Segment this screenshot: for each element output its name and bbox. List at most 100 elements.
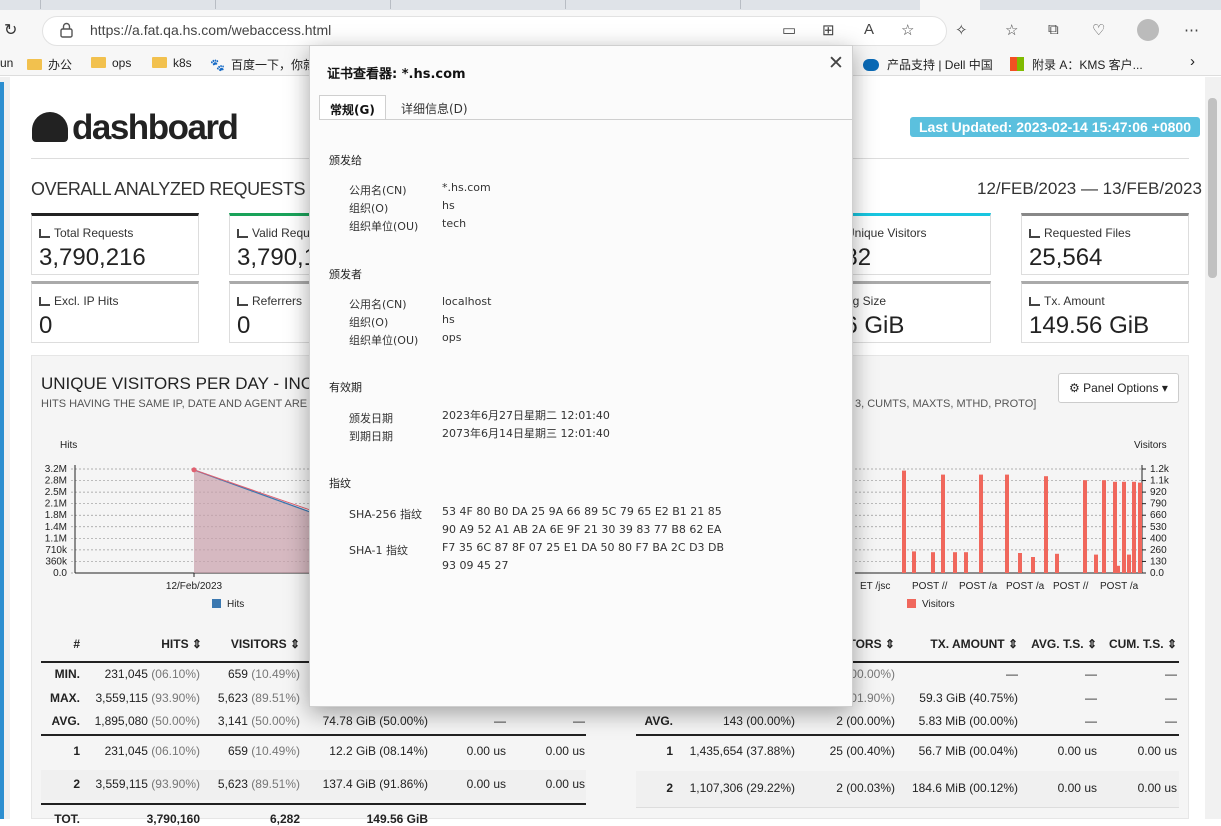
scroll-thumb[interactable] bbox=[1208, 98, 1217, 278]
certificate-viewer-dialog: 证书查看器: *.hs.com ✕ 常规(G) 详细信息(D) 颁发给 公用名(… bbox=[309, 45, 853, 707]
y-tick-label: 2.1M bbox=[45, 499, 67, 510]
close-icon[interactable]: ✕ bbox=[828, 52, 844, 74]
row-hits: 1,107,306 (29.22%) bbox=[689, 781, 795, 795]
url-text[interactable]: https://a.fat.qa.hs.com/webaccess.html bbox=[90, 22, 331, 38]
summary-avg: — bbox=[1085, 714, 1097, 728]
column-header[interactable]: TX. AMOUNT ⇕ bbox=[930, 637, 1018, 651]
stat-card: Total Requests 3,790,216 bbox=[31, 213, 199, 275]
bookmark-folder[interactable]: ops bbox=[91, 56, 131, 70]
tab-general[interactable]: 常规(G) bbox=[319, 95, 386, 120]
visitors-bar bbox=[1138, 482, 1142, 573]
dialog-title: 证书查看器: *.hs.com bbox=[327, 67, 466, 82]
y-tick-label: 530 bbox=[1150, 522, 1167, 533]
y-tick-label: 790 bbox=[1150, 499, 1167, 510]
favorites-icon[interactable]: ☆ bbox=[1005, 21, 1018, 39]
y-tick-label: 2.5M bbox=[45, 487, 67, 498]
stat-value: 25,564 bbox=[1029, 244, 1103, 271]
summary-avg: — bbox=[1085, 691, 1097, 705]
bookmark-label: 百度一下，你就 bbox=[230, 58, 315, 72]
row-visitors: 5,623 (89.51%) bbox=[217, 777, 300, 791]
browser-tab[interactable] bbox=[565, 0, 566, 9]
read-mode-icon[interactable]: ▭ bbox=[782, 21, 796, 39]
row-number: 1 bbox=[73, 744, 80, 758]
browser-tab[interactable] bbox=[740, 0, 741, 9]
total-visitors: 6,282 bbox=[269, 812, 300, 826]
tab-details[interactable]: 详细信息(D) bbox=[391, 95, 478, 120]
gauge-icon bbox=[32, 112, 68, 142]
total-hits: 3,790,160 bbox=[146, 812, 200, 826]
summary-visitors: 3,141 (50.00%) bbox=[217, 714, 300, 728]
field-label: 组织(O) bbox=[349, 202, 389, 215]
field-label: 公用名(CN) bbox=[349, 184, 407, 197]
summary-visitors: 00.00%) bbox=[850, 667, 895, 681]
summary-cum: — bbox=[1165, 714, 1177, 728]
field-value: tech bbox=[442, 217, 467, 230]
legend-swatch bbox=[907, 599, 916, 608]
column-header[interactable]: HITS ⇕ bbox=[161, 637, 202, 651]
bookmark-item[interactable]: un bbox=[0, 56, 13, 70]
collections-icon[interactable]: ⧉ bbox=[1048, 21, 1059, 38]
visitors-bar bbox=[1116, 565, 1120, 573]
visitors-bar bbox=[1083, 480, 1087, 573]
x-tick-label: POST // bbox=[912, 581, 948, 592]
browser-tab[interactable] bbox=[40, 0, 41, 9]
refresh-icon[interactable]: ↻ bbox=[4, 20, 17, 40]
table-footer-line bbox=[41, 803, 586, 805]
bar-chart-icon bbox=[1029, 297, 1040, 306]
favorite-star-icon[interactable]: ☆ bbox=[901, 21, 914, 39]
fingerprint-heading: 指纹 bbox=[329, 477, 351, 490]
date-range: 12/FEB/2023 — 13/FEB/2023 bbox=[977, 179, 1202, 198]
column-header[interactable]: TORS ⇕ bbox=[848, 637, 895, 651]
field-value: 93 09 45 27 bbox=[442, 559, 509, 572]
summary-label: MAX. bbox=[50, 691, 80, 705]
health-icon[interactable]: ♡ bbox=[1092, 21, 1105, 39]
field-label: 颁发日期 bbox=[349, 412, 393, 425]
row-number: 2 bbox=[73, 777, 80, 791]
visitors-bar bbox=[979, 552, 983, 573]
field-label: 公用名(CN) bbox=[349, 298, 407, 311]
bookmark-item[interactable]: 附录 A：KMS 客户... bbox=[1010, 56, 1143, 73]
column-header[interactable]: CUM. T.S. ⇕ bbox=[1109, 637, 1177, 651]
panel-options-button[interactable]: ⚙ Panel Options ▾ bbox=[1058, 373, 1179, 403]
column-header[interactable]: VISITORS ⇕ bbox=[231, 637, 300, 651]
browser-tab[interactable] bbox=[215, 0, 216, 9]
x-tick-label: POST /a bbox=[959, 581, 998, 592]
left-accent-bar bbox=[0, 82, 4, 819]
column-header[interactable]: # bbox=[73, 637, 80, 651]
y-tick-label: 0.0 bbox=[53, 568, 67, 579]
field-label: 到期日期 bbox=[349, 430, 393, 443]
logo-text: dashboard bbox=[72, 108, 239, 147]
y-tick-label: 1.1M bbox=[45, 533, 67, 544]
bookmark-folder[interactable]: k8s bbox=[152, 56, 192, 70]
apps-icon[interactable]: ⊞ bbox=[822, 21, 835, 39]
stat-value: 0 bbox=[237, 312, 251, 339]
summary-tx: — bbox=[1006, 667, 1018, 681]
browser-tab[interactable] bbox=[390, 0, 391, 9]
dashboard-logo: dashboard bbox=[32, 108, 239, 148]
bookmark-folder[interactable]: 办公 bbox=[27, 56, 72, 73]
active-browser-tab[interactable] bbox=[920, 0, 980, 10]
summary-hits: 143 (00.00%) bbox=[722, 714, 795, 728]
bookmark-item[interactable]: 产品支持 | Dell 中国 bbox=[863, 56, 993, 73]
lock-icon[interactable] bbox=[60, 22, 73, 38]
y-tick-label: 0.0 bbox=[1150, 568, 1164, 579]
visitors-bar bbox=[1132, 481, 1136, 573]
overall-title: OVERALL ANALYZED REQUESTS bbox=[31, 179, 306, 199]
chevron-right-icon[interactable]: › bbox=[1190, 53, 1195, 70]
row-tx: 12.2 GiB (08.14%) bbox=[329, 744, 428, 758]
visitors-bar bbox=[902, 470, 906, 573]
legend-label: Visitors bbox=[922, 599, 955, 610]
baidu-paw-icon: 🐾 bbox=[210, 58, 225, 72]
bar-chart-icon bbox=[237, 229, 248, 238]
visitors-bar bbox=[1031, 557, 1035, 573]
visitors-bar bbox=[1005, 474, 1009, 573]
read-aloud-icon[interactable]: A bbox=[864, 21, 874, 38]
stat-value: 3,790,216 bbox=[39, 244, 146, 271]
table-header-line bbox=[853, 661, 1179, 663]
column-header[interactable]: AVG. T.S. ⇕ bbox=[1031, 637, 1097, 651]
extensions-icon[interactable]: ✧ bbox=[955, 21, 968, 39]
bookmark-item[interactable]: 🐾 百度一下，你就 bbox=[210, 56, 315, 73]
avatar[interactable] bbox=[1137, 19, 1159, 41]
panel-options-label: Panel Options bbox=[1083, 381, 1159, 395]
more-icon[interactable]: ⋯ bbox=[1184, 21, 1199, 39]
